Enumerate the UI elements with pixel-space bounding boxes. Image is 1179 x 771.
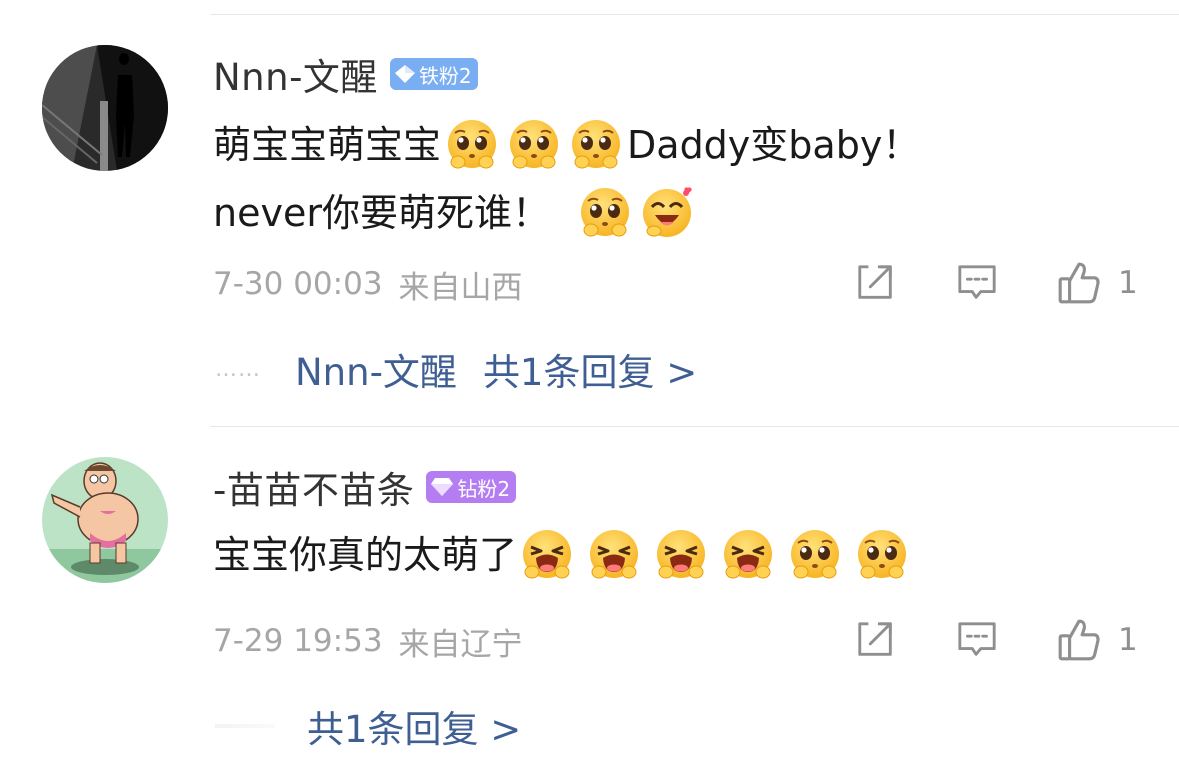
like-button[interactable]: 1 [1056, 617, 1138, 663]
view-replies-link[interactable]: 共1条回复 > [483, 342, 697, 396]
top-divider [210, 14, 1179, 15]
reply-preview[interactable]: …… Nnn-文醒 共1条回复 > [215, 344, 697, 394]
share-icon [855, 262, 897, 304]
view-replies-link[interactable]: 共1条回复 > [307, 699, 521, 753]
reply-preview[interactable]: 共1条回复 > [215, 701, 521, 751]
crying-face-emoji [586, 527, 642, 583]
username[interactable]: -苗苗不苗条 [213, 460, 414, 514]
pleading-face-emoji [787, 527, 843, 583]
comment-text-part: 宝宝你真的太萌了 [213, 533, 518, 577]
pleading-face-emoji [444, 117, 500, 173]
avatar[interactable] [42, 45, 168, 171]
pleading-face-emoji [568, 117, 624, 173]
diamond-icon [394, 65, 415, 83]
comment-location: 来自山西 [398, 269, 523, 306]
comment-header: -苗苗不苗条 钻粉2 [213, 459, 517, 515]
crying-face-emoji [519, 527, 575, 583]
fan-badge[interactable]: 钻粉2 [426, 471, 517, 503]
pleading-face-emoji [577, 185, 633, 241]
comment-text: 萌宝宝萌宝宝 Daddy变baby！ never你要萌死谁！ [213, 111, 920, 247]
like-button[interactable]: 1 [1056, 260, 1138, 306]
share-icon [855, 619, 897, 661]
pleading-face-emoji [506, 117, 562, 173]
fan-badge-label: 铁粉2 [418, 63, 472, 88]
comment-icon [956, 262, 998, 304]
comment-icon [956, 619, 998, 661]
crying-face-emoji [653, 527, 709, 583]
fan-badge-label: 钻粉2 [457, 476, 511, 501]
comment-header: Nnn-文醒 铁粉2 [213, 46, 478, 102]
comment-text-part: never你要萌死谁！ [213, 191, 550, 235]
thumbs-up-icon [1056, 260, 1102, 306]
heart-eyes-emoji [639, 185, 695, 241]
pleading-face-emoji [854, 527, 910, 583]
comment-text-part: 萌宝宝萌宝宝 [213, 123, 442, 167]
comment-text-part: Daddy变baby！ [627, 123, 921, 167]
reply-user[interactable]: Nnn-文醒 [295, 342, 457, 396]
reply-fade [215, 724, 275, 728]
ellipsis-icon: …… [215, 356, 261, 382]
like-count: 1 [1118, 622, 1138, 658]
reply-button[interactable] [956, 619, 998, 661]
avatar[interactable] [42, 457, 168, 583]
comment-text: 宝宝你真的太萌了 [213, 521, 913, 589]
fan-badge[interactable]: 铁粉2 [389, 58, 478, 90]
comment-location: 来自辽宁 [398, 626, 523, 663]
share-button[interactable] [855, 619, 897, 661]
share-button[interactable] [855, 262, 897, 304]
comment-time: 7-29 19:53 [213, 623, 383, 659]
comment-meta: 7-30 00:03 来自山西 [213, 262, 523, 306]
diamond-icon [431, 478, 454, 496]
username[interactable]: Nnn-文醒 [213, 47, 378, 101]
crying-face-emoji [720, 527, 776, 583]
like-count: 1 [1118, 265, 1138, 301]
comment-divider [210, 426, 1179, 427]
comment-meta: 7-29 19:53 来自辽宁 [213, 619, 523, 663]
thumbs-up-icon [1056, 617, 1102, 663]
comment-time: 7-30 00:03 [213, 266, 383, 302]
reply-button[interactable] [956, 262, 998, 304]
